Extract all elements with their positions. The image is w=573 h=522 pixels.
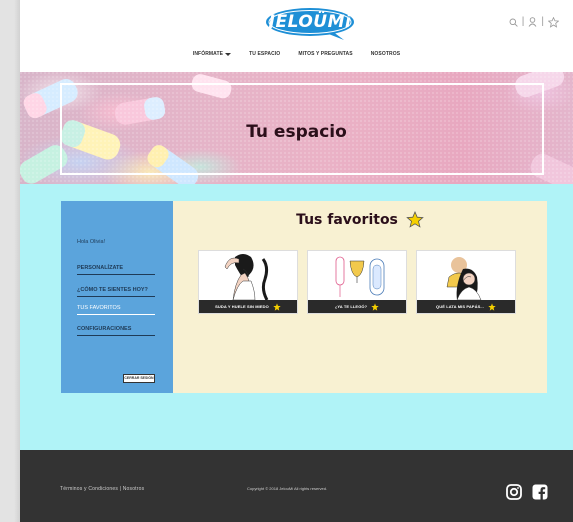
card-label: SUDA Y HUELE SIN MIEDO [215, 304, 269, 309]
sidebar-item-tus-favoritos[interactable]: TUS FAVORITOS [77, 305, 155, 315]
nav-mitos-label: MITOS Y PREGUNTAS [298, 51, 353, 57]
copyright: Copyright © 2018 JelouMi All rights rese… [247, 486, 328, 491]
nav-informate-label: INFÓRMATE [192, 51, 224, 57]
content-area: Hola Olivia! PERSONALÍZATE ¿CÓMO TE SIEN… [20, 184, 573, 450]
logo-text: JELOÜMi [268, 12, 352, 32]
card-label-bar: QUÉ LATA MIS PAPÁS... [417, 300, 515, 313]
sidebar-item-configuraciones[interactable]: CONFIGURACIONES [77, 326, 155, 336]
star-icon [406, 211, 424, 228]
embarrassed-girl-illustration-icon [446, 257, 482, 300]
favorites-title: Tus favoritos [296, 211, 398, 228]
footer: Términos y Condiciones | Nosotros Copyri… [20, 450, 573, 522]
favorite-card[interactable]: QUÉ LATA MIS PAPÁS... [416, 250, 516, 314]
nav-tu-espacio[interactable]: TU ESPACIO [249, 51, 280, 57]
page: JELOÜMi | | INFÓRMATE TU ESPACIO MITOS Y… [20, 0, 573, 522]
favorite-card[interactable]: SUDA Y HUELE SIN MIEDO [198, 250, 298, 314]
nav-nosotros[interactable]: NOSOTROS [371, 51, 400, 57]
separator: | [541, 16, 544, 27]
profile-panel: Hola Olivia! PERSONALÍZATE ¿CÓMO TE SIEN… [61, 201, 547, 393]
nav-tu-espacio-label: TU ESPACIO [249, 51, 281, 57]
sidebar: Hola Olivia! PERSONALÍZATE ¿CÓMO TE SIEN… [61, 201, 173, 393]
sidebar-item-como-te-sientes[interactable]: ¿CÓMO TE SIENTES HOY? [77, 287, 155, 297]
chevron-down-icon [225, 52, 232, 56]
nav-mitos-y-preguntas[interactable]: MITOS Y PREGUNTAS [298, 51, 352, 57]
card-label: QUÉ LATA MIS PAPÁS... [436, 304, 484, 309]
card-label-bar: SUDA Y HUELE SIN MIEDO [199, 300, 297, 313]
footer-links[interactable]: Términos y Condiciones | Nosotros [60, 486, 144, 492]
search-icon[interactable] [509, 18, 518, 27]
header-icons: | | [509, 15, 559, 29]
star-icon[interactable] [371, 302, 379, 311]
woman-armpit-illustration-icon [224, 254, 269, 300]
nav-informate[interactable]: INFÓRMATE [192, 51, 232, 57]
card-label: ¿YA TE LLEGÓ? [334, 304, 368, 309]
user-icon[interactable] [528, 17, 537, 27]
favorites-heading: Tus favoritos [173, 211, 547, 228]
card-label-bar: ¿YA TE LLEGÓ? [308, 300, 406, 313]
hero-title: Tu espacio [246, 122, 347, 142]
sidebar-item-personalizate[interactable]: PERSONALÍZATE [77, 265, 155, 275]
logout-button[interactable]: CERRAR SESIÓN [123, 374, 155, 383]
social-links [506, 484, 548, 500]
star-icon[interactable] [488, 302, 496, 311]
logo[interactable]: JELOÜMi [264, 7, 356, 41]
favorite-card[interactable]: ¿YA TE LLEGÓ? [307, 250, 407, 314]
period-products-illustration-icon [335, 256, 385, 297]
greeting: Hola Olivia! [77, 239, 106, 245]
header: JELOÜMi | | INFÓRMATE TU ESPACIO MITOS Y… [20, 0, 573, 72]
hero-banner: Tu espacio [20, 72, 573, 184]
star-icon[interactable] [273, 302, 281, 311]
star-icon[interactable] [548, 16, 559, 28]
main-nav: INFÓRMATE TU ESPACIO MITOS Y PREGUNTAS N… [20, 51, 573, 57]
separator: | [521, 16, 525, 27]
nav-nosotros-label: NOSOTROS [370, 51, 401, 57]
facebook-icon[interactable] [532, 484, 548, 500]
instagram-icon[interactable] [506, 484, 522, 500]
